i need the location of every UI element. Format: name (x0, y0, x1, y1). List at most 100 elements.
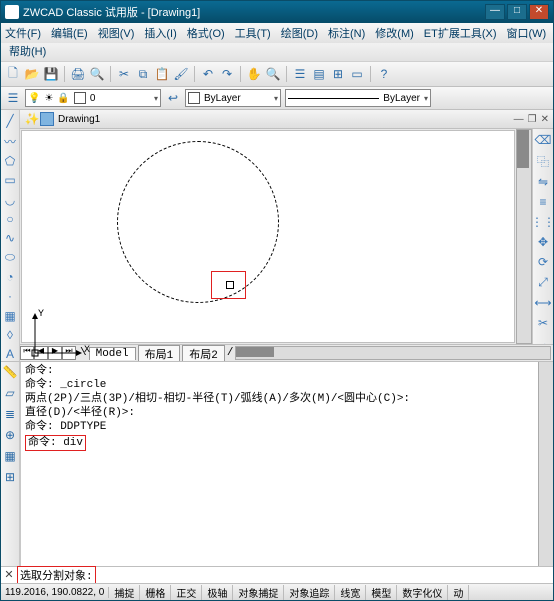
text-icon[interactable]: A (2, 347, 18, 361)
hscroll-thumb[interactable] (236, 347, 274, 357)
props-icon[interactable]: ▤ (311, 66, 327, 82)
tablet-toggle[interactable]: 数字化仪 (397, 585, 448, 600)
arc-icon[interactable]: ◡ (2, 193, 18, 207)
ortho-toggle[interactable]: 正交 (171, 585, 202, 600)
separator (64, 66, 65, 82)
line-icon[interactable]: ╱ (2, 114, 18, 128)
redo-icon[interactable]: ↷ (219, 66, 235, 82)
menu-dim[interactable]: 标注(N) (328, 25, 365, 41)
scale-icon[interactable]: ⤢ (535, 275, 551, 290)
menu-modify[interactable]: 修改(M) (375, 25, 414, 41)
menu-file[interactable]: 文件(F) (5, 25, 41, 41)
linetype-label: ByLayer (383, 93, 420, 104)
layers-icon[interactable]: ☰ (292, 66, 308, 82)
vscroll-thumb[interactable] (517, 130, 529, 168)
area-icon[interactable]: ▱ (2, 385, 18, 401)
rect-icon[interactable]: ▭ (2, 173, 18, 187)
trim-icon[interactable]: ✂ (535, 316, 551, 330)
menu-edit[interactable]: 编辑(E) (51, 25, 88, 41)
doc-tab-label[interactable]: Drawing1 (58, 114, 100, 125)
mirror-icon[interactable]: ⇋ (535, 175, 551, 189)
move-icon[interactable]: ✥ (535, 235, 551, 249)
ellipse-icon[interactable]: ⬭ (2, 250, 18, 265)
point-icon[interactable]: · (2, 289, 18, 303)
linetype-dropdown[interactable]: ByLayer ▾ (285, 89, 431, 107)
menu-tools[interactable]: 工具(T) (235, 25, 271, 41)
erase-icon[interactable]: ⌫ (535, 133, 551, 147)
pan-icon[interactable]: ✋ (246, 66, 262, 82)
calendar-icon[interactable]: ▦ (2, 448, 18, 464)
wizard-icon[interactable]: ✨ (24, 111, 40, 127)
tab-model[interactable]: Model (89, 347, 136, 360)
new-icon[interactable]: 🗋 (5, 66, 21, 82)
model-toggle[interactable]: 模型 (366, 585, 397, 600)
polar-toggle[interactable]: 极轴 (202, 585, 233, 600)
command-history: 命令: 命令: _circle 两点(2P)/三点(3P)/相切-相切-半径(T… (20, 362, 538, 566)
tab-layout1[interactable]: 布局1 (138, 345, 181, 362)
region-icon[interactable]: ◊ (2, 328, 18, 342)
dyn-toggle[interactable]: 动 (448, 585, 469, 600)
hscrollbar[interactable] (235, 346, 551, 360)
print-icon[interactable]: 🖨 (70, 66, 86, 82)
layer-dropdown[interactable]: 💡 ☀ 🔒 0 ▾ (25, 89, 161, 107)
cmd-vscrollbar[interactable] (538, 362, 553, 566)
rotate-icon[interactable]: ⟳ (535, 255, 551, 269)
save-icon[interactable]: 💾 (43, 66, 59, 82)
menu-help[interactable]: 帮助(H) (9, 46, 46, 58)
color-dropdown[interactable]: ByLayer ▾ (185, 89, 281, 107)
maximize-button[interactable]: □ (507, 4, 527, 20)
pline-icon[interactable]: 〰 (2, 133, 18, 149)
grid-icon[interactable]: ⊞ (330, 66, 346, 82)
paste-icon[interactable]: 📋 (154, 66, 170, 82)
draw-toolbar: ╱ 〰 ⬠ ▭ ◡ ○ ∿ ⬭ ◔ · ▦ ◊ A (1, 110, 20, 361)
lwt-toggle[interactable]: 线宽 (335, 585, 366, 600)
circle-icon[interactable]: ○ (2, 212, 18, 226)
hatch-icon[interactable]: ▦ (2, 309, 18, 323)
grid-toggle[interactable]: 栅格 (140, 585, 171, 600)
otrack-toggle[interactable]: 对象追踪 (284, 585, 335, 600)
menu-et[interactable]: ET扩展工具(X) (424, 25, 497, 41)
snap-toggle[interactable]: 捕捉 (109, 585, 140, 600)
menu-insert[interactable]: 插入(I) (144, 25, 176, 41)
doc-close-icon[interactable]: ✕ (541, 114, 549, 125)
doc-min-icon[interactable]: — (514, 114, 524, 125)
doc-restore-icon[interactable]: ❐ (528, 114, 537, 125)
command-input[interactable] (100, 568, 551, 582)
layer-prev-icon[interactable]: ↩ (165, 90, 181, 106)
array-icon[interactable]: ⋮⋮ (535, 215, 551, 229)
cut-icon[interactable]: ✂ (116, 66, 132, 82)
tab-layout2[interactable]: 布局2 (182, 345, 225, 362)
coords-readout[interactable]: 119.2016, 190.0822, 0 (1, 587, 109, 598)
copy-icon[interactable]: ⧉ (135, 66, 151, 82)
zoom-icon[interactable]: 🔍 (265, 66, 281, 82)
copy-obj-icon[interactable]: ⿻ (535, 153, 551, 169)
open-icon[interactable]: 📂 (24, 66, 40, 82)
list-icon[interactable]: ≣ (2, 406, 18, 422)
menu-format[interactable]: 格式(O) (187, 25, 225, 41)
undo-icon[interactable]: ↶ (200, 66, 216, 82)
vscrollbar[interactable] (516, 129, 532, 344)
stretch-icon[interactable]: ⟷ (535, 296, 551, 310)
drawing-canvas[interactable]: Y X (21, 130, 515, 343)
status-bar: 119.2016, 190.0822, 0 捕捉 栅格 正交 极轴 对象捕捉 对… (1, 583, 553, 600)
close-button[interactable]: ✕ (529, 4, 549, 20)
cmd-close-icon[interactable]: ✕ (3, 568, 15, 582)
offset-icon[interactable]: ≡ (535, 195, 551, 209)
table-icon[interactable]: ⊞ (2, 469, 18, 485)
help-icon[interactable]: ? (376, 66, 392, 82)
id-icon[interactable]: ⊕ (2, 427, 18, 443)
match-icon[interactable]: 🖌 (173, 66, 189, 82)
layer-manager-icon[interactable]: ☰ (5, 90, 21, 106)
osnap-toggle[interactable]: 对象捕捉 (233, 585, 284, 600)
menu-draw[interactable]: 绘图(D) (281, 25, 318, 41)
tool-icon[interactable]: ▭ (349, 66, 365, 82)
spline-icon[interactable]: ∿ (2, 231, 18, 245)
dist-icon[interactable]: 📏 (2, 364, 18, 380)
preview-icon[interactable]: 🔍 (89, 66, 105, 82)
menu-view[interactable]: 视图(V) (98, 25, 135, 41)
minimize-button[interactable]: — (485, 4, 505, 20)
menu-window[interactable]: 窗口(W) (507, 25, 547, 41)
polygon-icon[interactable]: ⬠ (2, 154, 18, 168)
chevron-down-icon: ▾ (274, 94, 278, 103)
ellipse-arc-icon[interactable]: ◔ (2, 270, 18, 284)
